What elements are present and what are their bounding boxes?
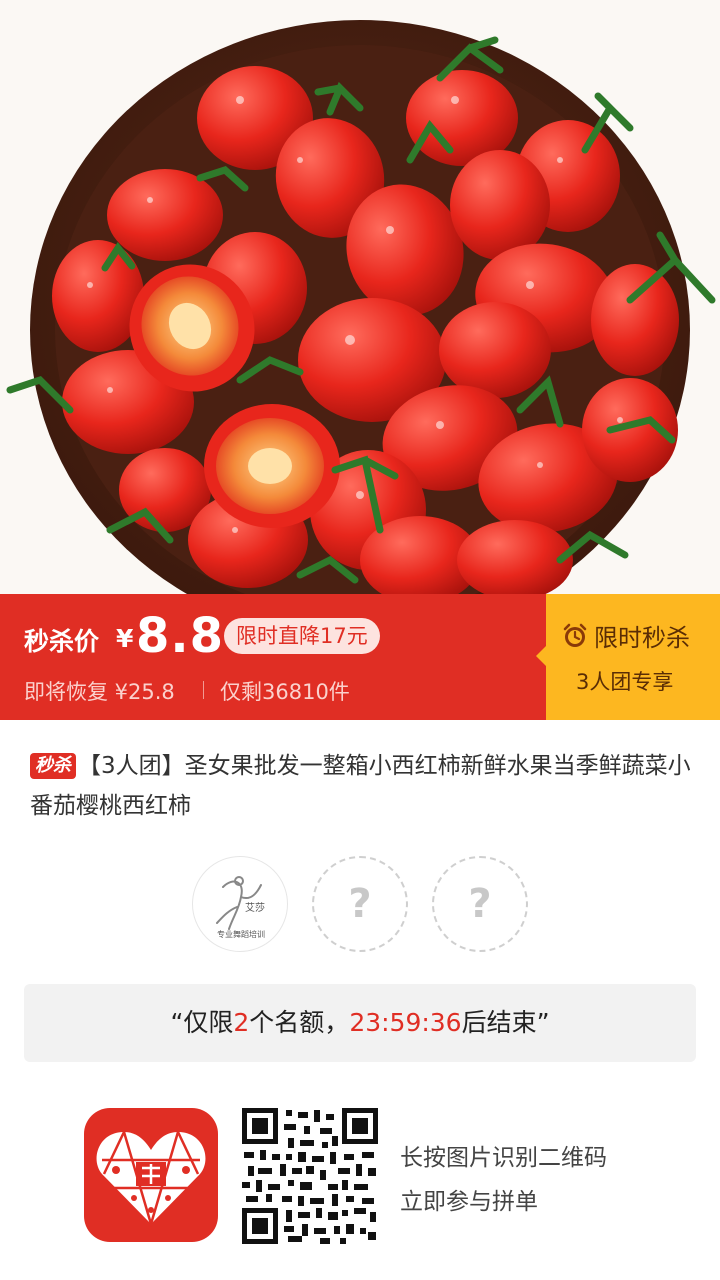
price-bar: 秒杀价 ¥ 8.8 限时直降17元 即将恢复 ¥25.8 仅剩36810件 限时… (0, 594, 720, 720)
alarm-clock-icon (563, 623, 587, 647)
share-card: 秒杀价 ¥ 8.8 限时直降17元 即将恢复 ¥25.8 仅剩36810件 限时… (0, 0, 720, 1280)
product-title: 秒杀 【3人团】圣女果批发一整箱小西红柿新鲜水果当季鲜蔬菜小番茄樱桃西红柿 (30, 746, 694, 826)
quota-countdown: “仅限2个名额，23:59:36后结束” (24, 984, 696, 1062)
flash-sale-title: 限时秒杀 (562, 618, 690, 653)
stock-remaining: 仅剩36810件 (220, 680, 350, 704)
flash-sale-label: 限时秒杀 (594, 624, 690, 652)
empty-member-slot: ? (432, 856, 528, 952)
countdown-timer: 23:59:36 (349, 1008, 462, 1037)
avatar: 艾莎 专业舞蹈培训 (192, 856, 288, 952)
quota-middle: 个名额， (249, 1008, 350, 1037)
product-title-text: 【3人团】圣女果批发一整箱小西红柿新鲜水果当季鲜蔬菜小番茄樱桃西红柿 (30, 753, 691, 819)
quota-prefix: “仅限 (170, 1008, 234, 1037)
qr-code (242, 1108, 378, 1244)
price-currency: ¥ (116, 624, 134, 653)
avatar-logo-subtext: 专业舞蹈培训 (217, 929, 265, 939)
price-label: 秒杀价 (24, 627, 100, 656)
group-size-label: 3人团专享 (576, 670, 674, 694)
flash-sale-badge: 秒杀 (30, 753, 76, 779)
empty-member-slot: ? (312, 856, 408, 952)
question-mark-icon: ? (348, 881, 372, 927)
join-instruction: 立即参与拼单 (400, 1189, 538, 1215)
quota-suffix: 后结束” (461, 1008, 550, 1037)
price-value: 8.8 (136, 608, 225, 664)
product-image (0, 0, 720, 594)
scan-instruction: 长按图片识别二维码 (400, 1145, 607, 1171)
avatar-logo-text: 艾莎 (245, 901, 265, 914)
flash-sale-panel: 限时秒杀 3人团专享 (536, 594, 720, 720)
app-logo-icon (84, 1108, 218, 1242)
discount-badge: 限时直降17元 (224, 618, 380, 654)
price-panel: 秒杀价 ¥ 8.8 限时直降17元 即将恢复 ¥25.8 仅剩36810件 (0, 594, 546, 720)
quota-count: 2 (233, 1008, 250, 1037)
divider (203, 681, 204, 699)
question-mark-icon: ? (468, 881, 492, 927)
original-price: 即将恢复 ¥25.8 (24, 680, 175, 704)
